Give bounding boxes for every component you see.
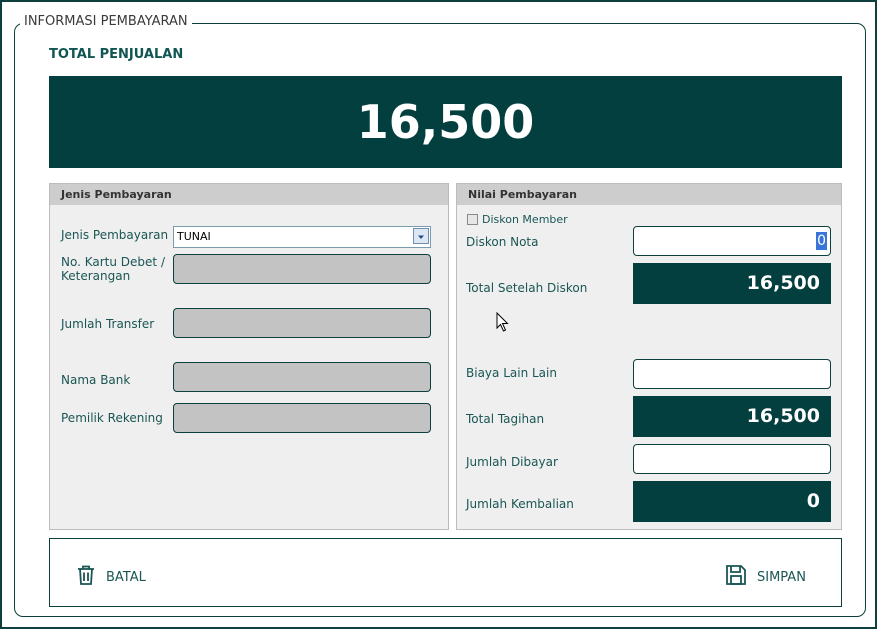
note-discount-label: Diskon Nota xyxy=(466,235,539,249)
card-number-label-line2: Keterangan xyxy=(61,269,131,283)
payment-type-panel-title: Jenis Pembayaran xyxy=(50,184,448,205)
account-owner-field[interactable] xyxy=(173,403,431,433)
cancel-button-label: BATAL xyxy=(106,569,146,585)
mouse-cursor-icon xyxy=(496,311,510,338)
cancel-button[interactable]: BATAL xyxy=(76,564,146,590)
total-bill-label: Total Tagihan xyxy=(466,412,545,426)
group-title: INFORMASI PEMBAYARAN xyxy=(20,14,192,30)
payment-window: INFORMASI PEMBAYARAN TOTAL PENJUALAN 16,… xyxy=(0,0,877,629)
total-after-discount-label: Total Setelah Diskon xyxy=(466,281,588,295)
action-bar xyxy=(49,538,842,607)
other-costs-label: Biaya Lain Lain xyxy=(466,366,557,380)
card-number-field[interactable] xyxy=(173,254,431,284)
total-sales-label: TOTAL PENJUALAN xyxy=(49,47,184,62)
save-button-label: SIMPAN xyxy=(757,569,806,585)
payment-type-value: TUNAI xyxy=(177,230,211,243)
amount-paid-input[interactable] xyxy=(633,444,831,474)
card-number-label: No. Kartu Debet / Keterangan xyxy=(61,255,165,283)
save-icon xyxy=(725,564,747,590)
card-number-label-line1: No. Kartu Debet / xyxy=(61,255,165,269)
payment-value-panel-title: Nilai Pembayaran xyxy=(457,184,841,205)
note-discount-value: 0 xyxy=(816,232,827,250)
member-discount-checkbox[interactable] xyxy=(467,214,478,225)
payment-type-select[interactable]: TUNAI xyxy=(173,226,431,248)
total-after-discount-display: 16,500 xyxy=(633,263,831,304)
change-display: 0 xyxy=(633,481,831,522)
bank-name-label: Nama Bank xyxy=(61,373,131,387)
save-button[interactable]: SIMPAN xyxy=(725,564,806,590)
other-costs-input[interactable] xyxy=(633,359,831,389)
bank-name-field[interactable] xyxy=(173,362,431,392)
transfer-amount-field[interactable] xyxy=(173,308,431,338)
account-owner-label: Pemilik Rekening xyxy=(61,411,163,425)
member-discount-label: Diskon Member xyxy=(482,213,568,226)
payment-type-label: Jenis Pembayaran xyxy=(61,228,169,242)
amount-paid-label: Jumlah Dibayar xyxy=(466,455,558,469)
total-bill-display: 16,500 xyxy=(633,396,831,437)
trash-icon xyxy=(76,564,96,590)
change-label: Jumlah Kembalian xyxy=(466,497,574,511)
transfer-amount-label: Jumlah Transfer xyxy=(61,317,155,331)
chevron-down-icon[interactable] xyxy=(413,228,429,244)
note-discount-input[interactable]: 0 xyxy=(633,226,831,256)
total-sales-display: 16,500 xyxy=(49,76,842,168)
